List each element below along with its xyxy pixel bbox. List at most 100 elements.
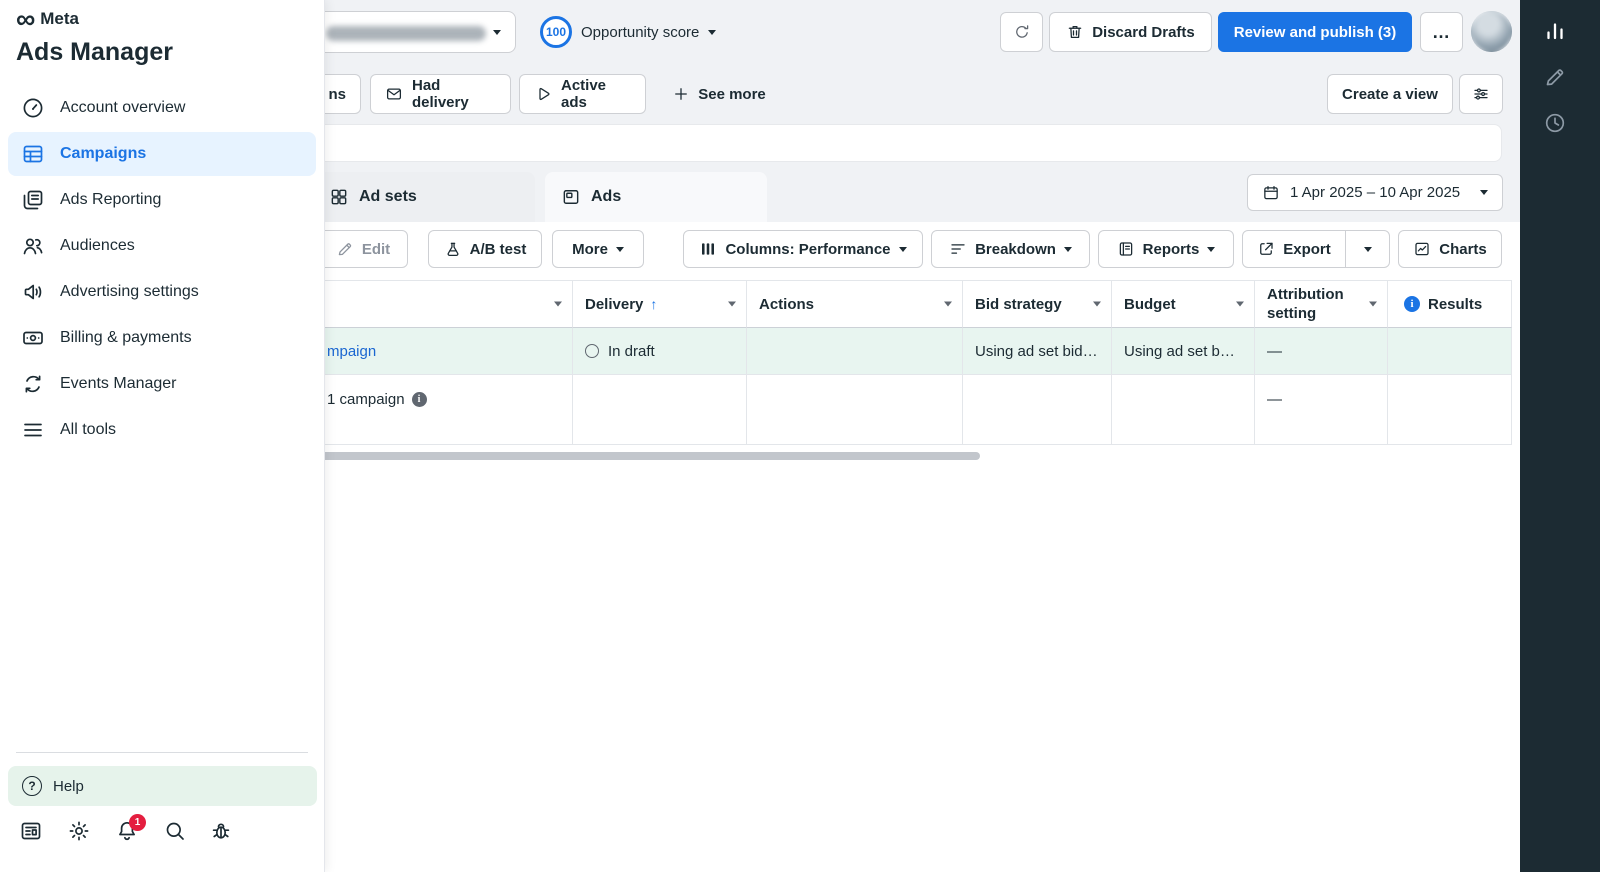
search-icon [163,819,187,843]
sidebar-item-audiences[interactable]: Audiences [8,224,316,268]
ab-test-button[interactable]: A/B test [428,230,542,268]
review-and-publish-label: Review and publish (3) [1234,24,1397,41]
table-row-attribution-cell: — [1255,328,1388,375]
chevron-down-icon [616,247,624,252]
edit-button[interactable]: Edit [318,230,408,268]
app-title: Ads Manager [16,38,173,67]
sliders-icon [1472,85,1490,103]
column-header-budget[interactable]: Budget [1112,280,1255,328]
tab-ads[interactable]: Ads [545,172,767,222]
help-button[interactable]: ? Help [8,766,317,806]
more-actions-button[interactable]: More [552,230,644,268]
reports-button[interactable]: Reports [1098,230,1234,268]
ads-icon [561,187,581,207]
chevron-down-icon[interactable] [1369,302,1377,307]
see-more-filters-button[interactable]: See more [664,74,774,114]
column-header-bid-strategy[interactable]: Bid strategy [963,280,1112,328]
sidebar-item-label: All tools [60,421,116,439]
notifications-button[interactable]: 1 [110,814,144,848]
sidebar-item-ads-reporting[interactable]: Ads Reporting [8,178,316,222]
reports-label: Reports [1143,241,1200,258]
sidebar-item-label: Campaigns [60,145,146,163]
campaign-name-link[interactable]: mpaign [327,343,376,360]
sidebar-nav: Account overview Campaigns Ads Reporting… [0,86,324,454]
sort-ascending-icon[interactable]: ↑ [650,296,657,312]
columns-button[interactable]: Columns: Performance [683,230,923,268]
export-options-button[interactable] [1345,230,1390,268]
reports-icon [1117,240,1135,258]
summary-row-results-cell [1388,375,1512,445]
rail-edit-button[interactable] [1532,56,1578,98]
opportunity-score-badge: 100 [540,16,572,48]
refresh-button[interactable] [1000,12,1043,52]
draft-status-icon [585,344,599,358]
review-and-publish-button[interactable]: Review and publish (3) [1218,12,1412,52]
more-label: More [572,241,608,258]
filter-chip-label: ns [328,86,346,103]
audiences-icon [21,234,45,258]
chevron-down-icon [1480,190,1488,195]
campaigns-icon [21,142,45,166]
trash-icon [1066,23,1084,41]
search-button[interactable] [158,814,192,848]
sidebar: ∞ Meta Ads Manager Account overview Camp… [0,0,325,872]
refresh-icon [1013,23,1031,41]
filter-chip-active-ads[interactable]: Active ads [519,74,646,114]
calendar-icon [1262,184,1280,202]
rail-history-button[interactable] [1532,102,1578,144]
charts-button[interactable]: Charts [1398,230,1502,268]
table-row-bid-strategy-cell: Using ad set bid… [963,328,1112,375]
sidebar-item-billing-payments[interactable]: Billing & payments [8,316,316,360]
column-header-results[interactable]: i Results [1388,280,1512,328]
delivery-status-label: In draft [608,343,655,360]
column-header-delivery[interactable]: Delivery ↑ [573,280,747,328]
chevron-down-icon[interactable] [1236,302,1244,307]
filter-chip-had-delivery[interactable]: Had delivery [370,74,511,114]
chevron-down-icon [899,247,907,252]
info-icon[interactable]: i [412,392,427,407]
discard-drafts-button[interactable]: Discard Drafts [1049,12,1212,52]
horizontal-scrollbar[interactable] [240,452,980,460]
column-header-actions[interactable]: Actions [747,280,963,328]
attribution-value: — [1267,343,1282,360]
sidebar-item-label: Advertising settings [60,283,199,301]
sidebar-item-account-overview[interactable]: Account overview [8,86,316,130]
sidebar-item-label: Ads Reporting [60,191,161,209]
sidebar-item-label: Billing & payments [60,329,192,347]
pencil-icon [1543,65,1567,89]
more-options-button[interactable]: … [1420,12,1463,52]
filter-search-bar[interactable] [200,124,1502,162]
opportunity-score[interactable]: 100 Opportunity score [540,13,716,51]
export-button[interactable]: Export [1242,230,1346,268]
chevron-down-icon[interactable] [728,302,736,307]
breakdown-button[interactable]: Breakdown [931,230,1090,268]
meta-logo: ∞ Meta [16,6,79,32]
discard-drafts-label: Discard Drafts [1092,24,1195,41]
view-settings-button[interactable] [1459,74,1503,114]
chevron-down-icon[interactable] [944,302,952,307]
settings-button[interactable] [62,814,96,848]
chevron-down-icon [493,30,501,35]
account-name-redacted [326,26,486,41]
profile-avatar[interactable] [1471,11,1512,52]
sidebar-item-campaigns[interactable]: Campaigns [8,132,316,176]
column-header-attribution-setting[interactable]: Attribution setting [1255,280,1388,328]
report-bug-button[interactable] [204,814,238,848]
sidebar-item-advertising-settings[interactable]: Advertising settings [8,270,316,314]
updates-button[interactable] [14,814,48,848]
meta-brand-text: Meta [40,9,79,29]
rail-charts-button[interactable] [1532,10,1578,52]
columns-label: Columns: Performance [725,241,890,258]
sidebar-item-events-manager[interactable]: Events Manager [8,362,316,406]
chevron-down-icon[interactable] [554,302,562,307]
create-a-view-button[interactable]: Create a view [1327,74,1453,114]
budget-value: Using ad set bu… [1124,343,1242,360]
chevron-down-icon[interactable] [1093,302,1101,307]
breakdown-label: Breakdown [975,241,1056,258]
sidebar-divider [16,752,308,753]
sidebar-item-all-tools[interactable]: All tools [8,408,316,452]
clock-icon [1543,111,1567,135]
date-range-picker[interactable]: 1 Apr 2025 – 10 Apr 2025 [1247,174,1503,211]
columns-icon [699,240,717,258]
date-range-label: 1 Apr 2025 – 10 Apr 2025 [1290,184,1460,201]
